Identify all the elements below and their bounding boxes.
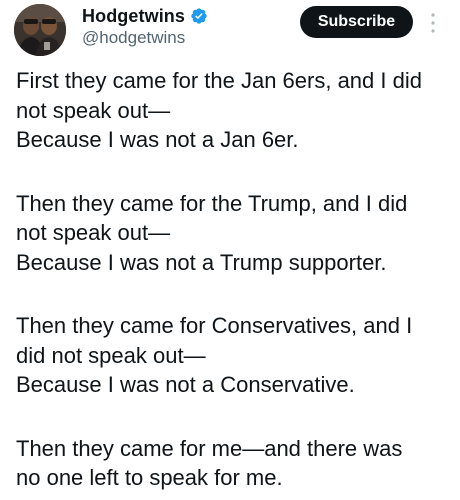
tweet-stanza: Then they came for the Trump, and I did … bbox=[16, 189, 452, 278]
author-handle[interactable]: @hodgetwins bbox=[82, 28, 185, 48]
tweet-stanza: Then they came for me—and there was no o… bbox=[16, 434, 452, 493]
tweet-line: First they came for the Jan 6ers, and I … bbox=[16, 68, 422, 93]
tweet-stanza: Then they came for Conservatives, and I … bbox=[16, 311, 452, 400]
author-name-row: Hodgetwins bbox=[82, 4, 208, 28]
avatar[interactable] bbox=[14, 4, 66, 56]
tweet-stanza: First they came for the Jan 6ers, and I … bbox=[16, 66, 452, 155]
tweet-line: not speak out— bbox=[16, 97, 171, 123]
verified-badge-icon bbox=[190, 7, 208, 25]
avatar-photo bbox=[14, 4, 66, 56]
tweet-line: Because I was not a Conservative. bbox=[16, 372, 355, 397]
subscribe-button[interactable]: Subscribe bbox=[300, 6, 413, 38]
tweet-line: Because I was not a Jan 6er. bbox=[16, 127, 299, 152]
author-display-name[interactable]: Hodgetwins bbox=[82, 6, 185, 27]
tweet: Hodgetwins @hodgetwins Subscribe First t… bbox=[0, 0, 460, 500]
tweet-line: not speak out— bbox=[16, 220, 171, 245]
tweet-line: Then they came for Conservatives, and I bbox=[16, 313, 413, 338]
tweet-line: no one left to speak for me. bbox=[16, 465, 283, 490]
tweet-line: Then they came for the Trump, and I did bbox=[16, 190, 408, 216]
tweet-line: Because I was not a Trump supporter. bbox=[16, 249, 387, 275]
tweet-line: Then they came for me—and there was bbox=[16, 435, 403, 461]
tweet-line: did not speak out— bbox=[16, 342, 206, 368]
tweet-text: First they came for the Jan 6ers, and I … bbox=[16, 66, 452, 493]
more-vertical-icon[interactable] bbox=[428, 12, 438, 34]
